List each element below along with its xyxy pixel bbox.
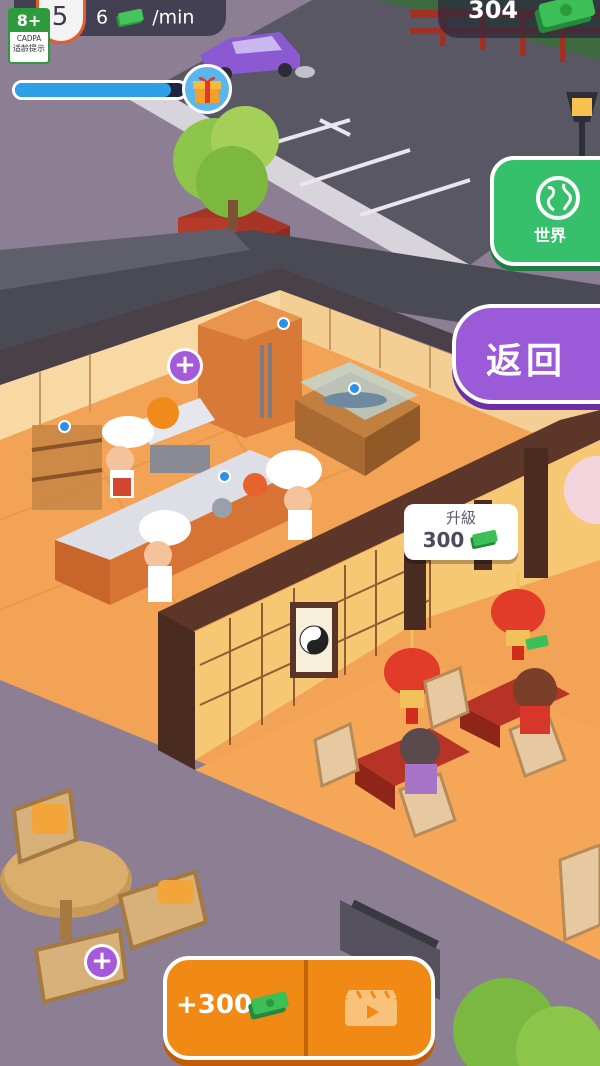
money-balance: 304 [468,0,519,24]
bonus-divider [304,960,308,1056]
add-item-button[interactable]: + [167,348,203,384]
income-unit: /min [152,6,195,29]
bonus-amount: +300 [176,990,253,1020]
level-progress-fill [15,83,172,97]
item-indicator[interactable] [218,470,231,483]
cash-icon [248,991,289,1020]
gift-icon [193,76,221,103]
gift-button[interactable] [182,64,232,114]
upgrade-label: 升級 [445,509,476,527]
world-button-label: 世界 [534,226,567,245]
cash-icon [525,635,549,650]
rating-org: CADPA [16,34,42,43]
income-rate: 6 /min [96,6,194,29]
cash-icon [116,8,144,27]
watch-ad-button[interactable] [310,960,432,1056]
yin-yang-painting [290,602,338,678]
rating-hint: 适龄提示 [13,44,45,53]
cash-icon [534,0,596,34]
age-rating: 8+ [10,10,48,32]
globe-icon [536,176,580,220]
item-indicator[interactable] [348,382,361,395]
item-indicator[interactable] [58,420,71,433]
world-map-button[interactable] [490,156,600,266]
back-button-label: 返回 [486,341,567,382]
upgrade-cost: 300 [422,528,465,552]
income-amount: 6 [96,6,109,29]
age-rating-badge: 8+ CADPA 适龄提示 [8,8,50,64]
item-indicator[interactable] [277,317,290,330]
cash-icon [470,530,499,549]
video-ad-icon [345,990,397,1026]
shelf [31,425,103,510]
level-progress-bar [12,80,188,100]
add-item-button[interactable]: + [84,944,120,980]
upgrade-button[interactable]: 升級 300 [404,504,518,560]
